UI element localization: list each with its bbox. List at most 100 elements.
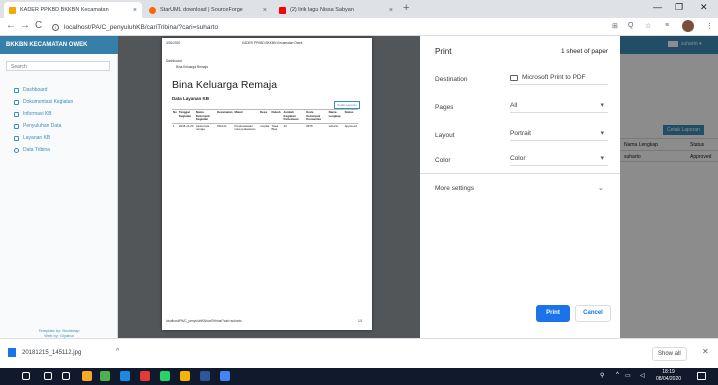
whatsapp-icon[interactable] <box>160 371 170 381</box>
sidebar-item-label: Informasi KB <box>23 111 52 117</box>
url-text: localhost/PA/C_penyuluhKB/cariTribina/?c… <box>64 23 219 31</box>
sidebar-item-dokumentasi[interactable]: Dokumentasi Kegiatan <box>14 99 73 105</box>
volume-icon[interactable]: ◁ <box>640 372 645 379</box>
chrome-red-icon[interactable] <box>140 371 150 381</box>
tab-title: KADER PPKBD BKKBN Kecamatan <box>20 7 109 13</box>
close-shelf-button[interactable]: ✕ <box>702 347 709 356</box>
table-cell: mojolar <box>259 122 271 133</box>
site-info-icon[interactable]: i <box>52 23 59 31</box>
column-header: Kode Kelompok Komunitas <box>305 109 328 124</box>
tab-youtube[interactable]: (2) lirik lagu Nissa Sabyan × <box>274 2 398 18</box>
chrome-icon[interactable] <box>220 371 230 381</box>
maximize-button[interactable]: ❐ <box>675 2 683 13</box>
youtube-favicon-icon <box>279 6 286 14</box>
circle-icon <box>14 147 19 153</box>
sidebar-item-layanan[interactable]: Layanan KB <box>14 135 50 141</box>
cancel-button[interactable]: Cancel <box>575 305 611 322</box>
destination-select[interactable]: Microsoft Print to PDF <box>510 71 608 85</box>
battery-icon[interactable]: ▭ <box>625 372 631 379</box>
print-settings-panel: Print 1 sheet of paper Destination Micro… <box>420 36 620 338</box>
show-all-button[interactable]: Show all <box>652 347 687 361</box>
brand-logo[interactable]: BKKBN KECAMATAN OWEK <box>0 36 118 54</box>
tab-staruml[interactable]: StarUML download | SourceForge × <box>144 2 272 18</box>
sidebar-item-dashboard[interactable]: Dashboard <box>14 87 47 93</box>
download-options-chevron-icon[interactable]: ^ <box>116 348 119 355</box>
start-button-icon[interactable] <box>22 372 30 380</box>
close-tab-icon[interactable]: × <box>263 7 267 14</box>
destination-value: Microsoft Print to PDF <box>522 74 586 81</box>
preview-subtitle: Data Layanan KB <box>172 96 210 101</box>
layout-label: Layout <box>435 132 455 139</box>
store-icon[interactable] <box>100 371 110 381</box>
bookmark-star-icon[interactable]: ☆ <box>645 22 651 30</box>
sidebar-item-penyuluhan[interactable]: Penyuluhan Data <box>14 123 61 129</box>
preview-page-title: Bina Keluarga Remaja <box>172 79 278 91</box>
preview-footer-url: localhost/PA/C_penyuluhKB/cariTribina/?c… <box>166 319 242 323</box>
color-label: Color <box>435 157 451 164</box>
printer-icon <box>510 74 518 81</box>
layout-select[interactable]: Portrait ▾ <box>510 127 608 141</box>
image-file-icon <box>8 348 16 357</box>
zoom-icon[interactable]: Q <box>628 22 633 29</box>
table-cell: PRAJA <box>216 122 234 133</box>
sidebar: Search Dashboard Dokumentasi Kegiatan In… <box>0 54 118 338</box>
notification-icon[interactable] <box>697 372 706 380</box>
list-icon <box>14 135 19 141</box>
tray-chevron-icon[interactable]: ^ <box>616 372 619 378</box>
back-button[interactable]: ← <box>6 20 16 31</box>
color-select[interactable]: Color ▾ <box>510 152 608 166</box>
close-tab-icon[interactable]: × <box>133 7 137 14</box>
translate-icon[interactable]: ⊞ <box>612 22 618 30</box>
tab-kader-ppkbd[interactable]: KADER PPKBD BKKBN Kecamatan × <box>4 2 142 18</box>
windows-taskbar: ⚲ ^ ▭ ◁ 18:19 08/04/2020 <box>0 368 718 385</box>
column-header: Kecamatan <box>216 109 234 124</box>
sheet-count: 1 sheet of paper <box>561 48 608 55</box>
more-settings-toggle[interactable]: More settings <box>435 185 474 192</box>
sidebar-item-label: Penyuluhan Data <box>23 123 62 129</box>
table-row: 1 2018-11-20 Asistensia remaja PRAJA Pen… <box>172 122 358 133</box>
minimize-button[interactable]: — <box>653 2 662 12</box>
reading-list-icon[interactable]: ≡ <box>665 22 669 29</box>
clock-time: 18:19 <box>662 369 675 375</box>
chevron-down-icon: ▾ <box>600 102 604 109</box>
download-item[interactable]: 20181215_145112.jpg <box>8 348 81 357</box>
column-header: Desa <box>259 109 271 124</box>
sidebar-item-label: Dashboard <box>23 87 48 93</box>
system-clock[interactable]: 18:19 08/04/2020 <box>656 369 681 383</box>
new-tab-button[interactable]: + <box>403 2 409 14</box>
print-button[interactable]: Print <box>536 305 570 322</box>
close-tab-icon[interactable]: × <box>389 7 393 14</box>
preview-header-title: KADER PPKBD BKKBN Kecamatan Owek <box>242 41 303 45</box>
preview-breadcrumb-item: Bina Keluarga Remaja <box>176 65 208 69</box>
search-icon[interactable] <box>44 372 52 380</box>
preview-cetak-button: Cetak Laporan <box>334 101 360 109</box>
close-window-button[interactable]: ✕ <box>700 2 708 13</box>
sidebar-footer: Template by: Bootstrap Web by: Giyatna <box>0 328 118 338</box>
sublime-icon[interactable] <box>180 371 190 381</box>
file-explorer-icon[interactable] <box>82 371 92 381</box>
tab-bar: KADER PPKBD BKKBN Kecamatan × StarUML do… <box>0 0 718 18</box>
table-cell: 2018-11-20 <box>177 122 195 133</box>
vscode-icon[interactable] <box>120 371 130 381</box>
sidebar-search-input[interactable]: Search <box>6 61 110 71</box>
profile-avatar-icon[interactable] <box>682 20 694 32</box>
people-icon[interactable]: ⚲ <box>600 372 604 379</box>
sidebar-item-tribina[interactable]: Data Tribina <box>14 147 50 153</box>
chevron-down-icon: ▾ <box>600 130 604 137</box>
download-shelf: 20181215_145112.jpg ^ Show all ✕ <box>0 338 718 368</box>
address-bar[interactable]: i localhost/PA/C_penyuluhKB/cariTribina/… <box>52 21 612 33</box>
sidebar-item-label: Layanan KB <box>23 135 51 141</box>
tab-title: (2) lirik lagu Nissa Sabyan <box>290 7 354 13</box>
chevron-down-icon[interactable]: ⌄ <box>598 184 604 192</box>
bkkbn-favicon-icon <box>9 6 16 14</box>
word-icon[interactable] <box>200 371 210 381</box>
forward-button[interactable]: → <box>20 20 30 31</box>
reload-button[interactable]: C <box>35 20 42 31</box>
table-cell: Approved <box>343 122 358 133</box>
pages-select[interactable]: All ▾ <box>510 99 608 113</box>
task-view-icon[interactable] <box>62 372 70 380</box>
menu-icon[interactable]: ⋮ <box>706 22 713 30</box>
preview-footer-page: 1/1 <box>358 319 363 323</box>
sidebar-item-informasi[interactable]: Informasi KB <box>14 111 52 117</box>
dashboard-icon <box>14 87 19 93</box>
